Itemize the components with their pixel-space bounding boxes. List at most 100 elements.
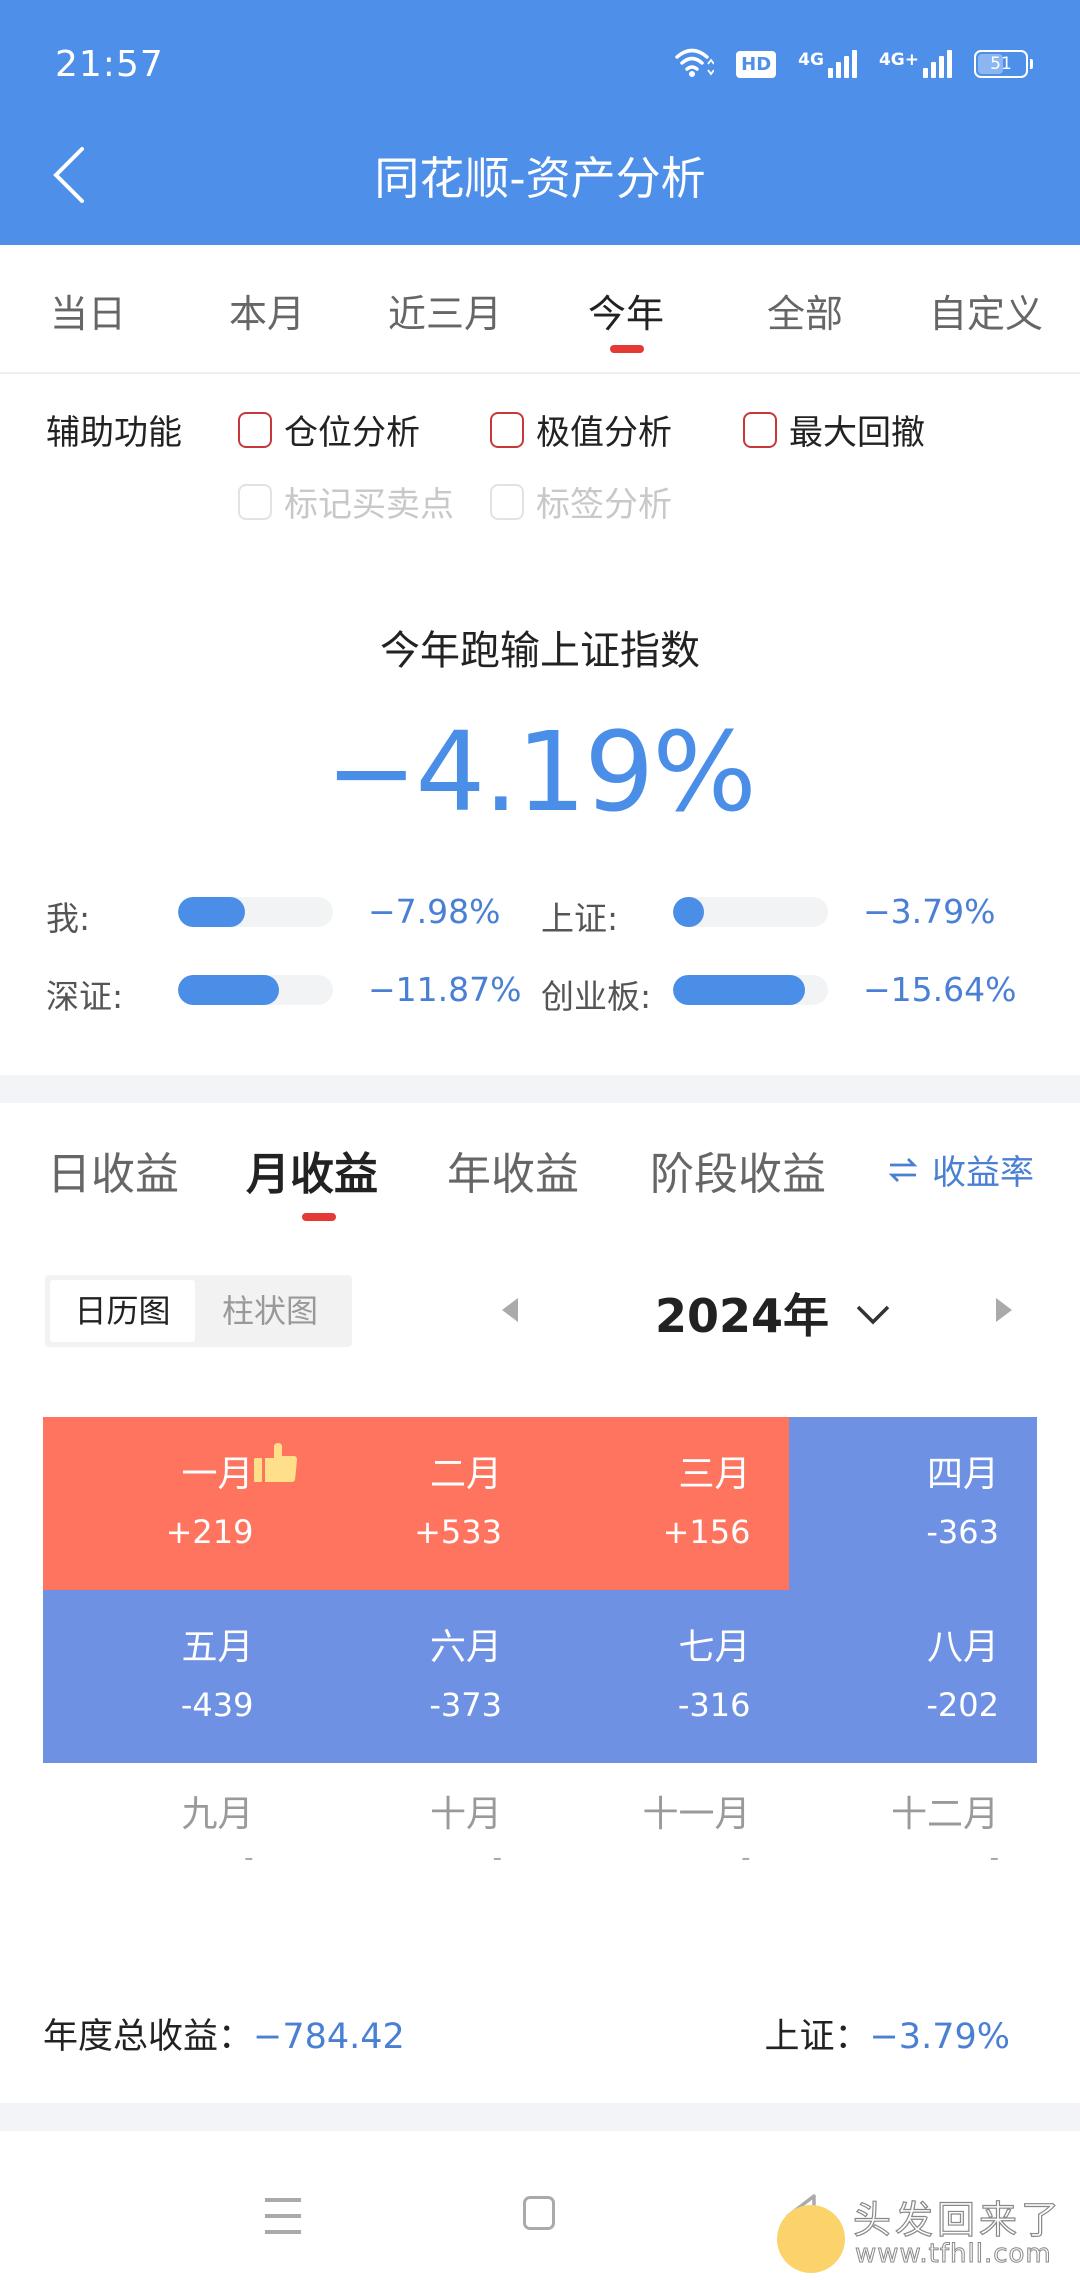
month-value: -	[741, 1843, 751, 1873]
chevron-down-icon	[856, 1305, 890, 1325]
compare-bar-fill	[178, 975, 279, 1005]
menu-icon[interactable]	[265, 2198, 301, 2246]
month-value: +533	[414, 1513, 502, 1551]
month-label: 三月	[678, 1454, 751, 1495]
status-time: 21:57	[55, 44, 164, 85]
rate-switch-label: 收益率	[932, 1153, 1034, 1193]
position-analysis-checkbox[interactable]: 仓位分析	[238, 405, 420, 454]
checkbox-label: 仓位分析	[284, 413, 420, 453]
compare-bar-fill	[673, 975, 805, 1005]
status-icons: HD 4G 4G+ 51	[674, 46, 1033, 82]
month-cell[interactable]: 五月 -439	[43, 1590, 292, 1763]
tag-analysis-checkbox[interactable]: 标签分析	[490, 477, 672, 526]
month-cell[interactable]: 十月 -	[292, 1763, 541, 1936]
month-value: -363	[926, 1513, 999, 1551]
checkbox-label: 最大回撤	[789, 413, 925, 453]
tab-custom[interactable]: 自定义	[929, 283, 1043, 338]
section-divider	[0, 2103, 1080, 2131]
compare-bar-chinext	[673, 975, 828, 1005]
tab-this-year[interactable]: 今年	[588, 283, 664, 338]
home-icon[interactable]	[523, 2196, 555, 2230]
watermark-logo-icon	[777, 2205, 845, 2273]
month-cell[interactable]: 三月 +156	[540, 1417, 789, 1590]
page-title: 同花顺-资产分析	[374, 152, 706, 205]
month-label: 五月	[181, 1627, 254, 1668]
month-value: -373	[429, 1686, 502, 1724]
month-cell[interactable]: 八月 -202	[788, 1590, 1037, 1763]
tab-today[interactable]: 当日	[50, 283, 126, 338]
extreme-analysis-checkbox[interactable]: 极值分析	[490, 405, 672, 454]
month-value: -316	[677, 1686, 751, 1724]
4g-signal-icon: 4G	[798, 50, 857, 78]
month-label: 十一月	[642, 1794, 751, 1835]
bar-view-button[interactable]: 柱状图	[195, 1280, 345, 1342]
max-drawdown-checkbox[interactable]: 最大回撤	[743, 405, 925, 454]
month-label: 十二月	[890, 1794, 999, 1835]
checkbox-icon	[490, 483, 524, 520]
watermark-text: 头发回来了	[852, 2197, 1064, 2242]
triangle-left-icon[interactable]	[502, 1298, 518, 1322]
year-selector[interactable]: 2024年	[655, 1280, 891, 1346]
watermark: 头发回来了 www.tfhll.com	[775, 2185, 1075, 2280]
month-cell[interactable]: 十二月 -	[789, 1763, 1038, 1936]
annual-total-label: 年度总收益：	[43, 2017, 254, 2057]
year-value: 2024年	[655, 1289, 830, 1343]
compare-label-shanghai: 上证:	[541, 899, 619, 938]
compare-bar-shenzhen	[178, 975, 333, 1005]
compare-label-me: 我:	[46, 899, 91, 938]
month-cell[interactable]: 七月 -316	[540, 1590, 789, 1763]
tab-yearly-earnings[interactable]: 年收益	[447, 1138, 579, 1202]
triangle-right-icon[interactable]	[996, 1298, 1012, 1322]
compare-label-shenzhen: 深证:	[46, 977, 124, 1016]
month-cell[interactable]: 六月 -373	[291, 1590, 540, 1763]
compare-value-me: −7.98%	[368, 892, 501, 931]
summary-value: −4.19%	[325, 708, 757, 836]
compare-label-chinext: 创业板:	[541, 977, 652, 1016]
month-label: 七月	[678, 1627, 751, 1668]
month-cell[interactable]: 四月 -363	[788, 1417, 1037, 1590]
compare-value-shanghai: −3.79%	[863, 892, 996, 931]
month-value: +219	[165, 1513, 254, 1551]
checkbox-icon	[743, 411, 777, 448]
4g-plus-signal-icon: 4G+	[879, 50, 952, 78]
watermark-url: www.tfhll.com	[855, 2239, 1052, 2270]
month-cell[interactable]: 二月 +533	[291, 1417, 540, 1590]
month-value: -	[244, 1843, 254, 1873]
checkbox-icon	[490, 411, 524, 448]
index-total-value: −3.79%	[869, 2017, 1010, 2057]
wifi-icon	[674, 46, 715, 82]
active-tab-indicator	[610, 345, 644, 353]
checkbox-label: 标记买卖点	[284, 485, 454, 525]
month-label: 四月	[926, 1454, 999, 1495]
checkbox-label: 标签分析	[536, 485, 672, 525]
view-toggle: 日历图 柱状图	[45, 1275, 352, 1347]
annual-total-value: −784.42	[253, 2017, 405, 2057]
monthly-calendar: 一月 +219 二月 +533 三月 +156 四月 -363 五月 -439 六月 -373 七月 -3…	[43, 1417, 1037, 1936]
rate-switch-button[interactable]: 收益率	[888, 1145, 1034, 1194]
sim1-label: 4G	[798, 50, 824, 70]
compare-bar-fill	[178, 897, 245, 927]
month-cell[interactable]: 十一月 -	[540, 1763, 789, 1936]
compare-bar-fill	[673, 897, 704, 927]
month-value: -	[989, 1843, 999, 1873]
month-value: -202	[926, 1686, 999, 1724]
tab-three-months[interactable]: 近三月	[388, 283, 502, 338]
tab-this-month[interactable]: 本月	[229, 283, 305, 338]
battery-icon: 51	[974, 50, 1033, 78]
tab-daily-earnings[interactable]: 日收益	[47, 1138, 179, 1202]
app-header: 21:57 HD 4G 4G+ 51 同花顺-资产分析	[0, 0, 1080, 245]
compare-bar-shanghai	[673, 897, 828, 927]
calendar-view-button[interactable]: 日历图	[50, 1280, 195, 1342]
month-value: +156	[662, 1513, 751, 1551]
tab-monthly-earnings[interactable]: 月收益	[246, 1138, 378, 1202]
battery-level: 51	[990, 54, 1012, 74]
tab-all[interactable]: 全部	[767, 283, 843, 338]
active-tab-indicator	[302, 1213, 336, 1221]
index-total-label: 上证：	[764, 2017, 870, 2057]
month-cell[interactable]: 九月 -	[43, 1763, 292, 1936]
mark-trades-checkbox[interactable]: 标记买卖点	[238, 477, 454, 526]
period-tabs: 当日 本月 近三月 今年 全部 自定义	[0, 245, 1080, 374]
checkbox-icon	[238, 483, 272, 520]
tab-period-earnings[interactable]: 阶段收益	[650, 1138, 826, 1202]
checkbox-icon	[238, 411, 272, 448]
